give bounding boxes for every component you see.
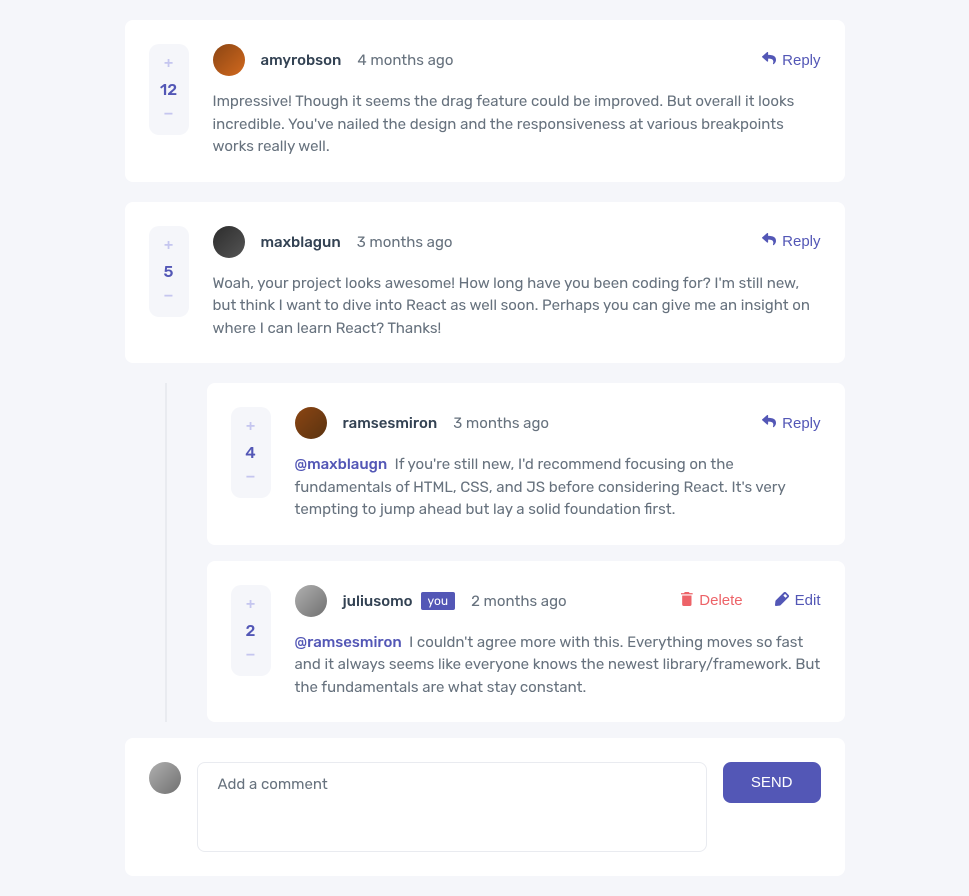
downvote-button[interactable]: − xyxy=(156,103,181,127)
replies-wrapper: + 4 − ramsesmiron 3 months ago Reply xyxy=(165,383,845,722)
downvote-button[interactable]: − xyxy=(238,466,263,490)
reply-label: Reply xyxy=(782,415,820,432)
timestamp: 4 months ago xyxy=(357,51,453,69)
avatar xyxy=(295,585,327,617)
vote-count: 2 xyxy=(246,617,256,644)
reply-button[interactable]: Reply xyxy=(762,52,820,69)
add-comment-card: SEND xyxy=(125,738,845,876)
vote-box: + 4 − xyxy=(231,407,271,498)
reply-card-own: + 2 − juliusomo you 2 months ago Delete xyxy=(207,561,845,723)
comment-header: ramsesmiron 3 months ago Reply xyxy=(295,407,821,439)
send-button[interactable]: SEND xyxy=(723,762,821,803)
downvote-button[interactable]: − xyxy=(156,285,181,309)
username: ramsesmiron xyxy=(343,414,438,432)
current-user-avatar xyxy=(149,762,181,794)
comment-content: amyrobson 4 months ago Reply Impressive!… xyxy=(213,44,821,158)
reply-button[interactable]: Reply xyxy=(762,233,820,250)
you-badge: you xyxy=(421,592,456,610)
delete-icon xyxy=(681,592,693,610)
reply-icon xyxy=(762,233,776,250)
username: maxblagun xyxy=(261,233,341,251)
edit-icon xyxy=(775,592,789,610)
upvote-button[interactable]: + xyxy=(156,234,181,258)
timestamp: 3 months ago xyxy=(357,233,453,251)
avatar xyxy=(213,226,245,258)
comment-body: Impressive! Though it seems the drag fea… xyxy=(213,90,821,158)
comments-container: + 12 − amyrobson 4 months ago Reply Impr… xyxy=(115,20,855,876)
vote-box: + 2 − xyxy=(231,585,271,676)
comment-content: ramsesmiron 3 months ago Reply @maxblaug… xyxy=(295,407,821,521)
username: juliusomo xyxy=(343,592,413,610)
reply-icon xyxy=(762,415,776,432)
comment-content: juliusomo you 2 months ago Delete xyxy=(295,585,821,699)
edit-button[interactable]: Edit xyxy=(775,592,821,610)
comment-card: + 5 − maxblagun 3 months ago Reply Woah,… xyxy=(125,202,845,364)
timestamp: 3 months ago xyxy=(453,414,549,432)
username: amyrobson xyxy=(261,51,342,69)
comment-body: @ramsesmiron I couldn't agree more with … xyxy=(295,631,821,699)
comment-header: juliusomo you 2 months ago Delete xyxy=(295,585,821,617)
delete-label: Delete xyxy=(699,592,742,609)
comment-body: Woah, your project looks awesome! How lo… xyxy=(213,272,821,340)
comment-header: amyrobson 4 months ago Reply xyxy=(213,44,821,76)
upvote-button[interactable]: + xyxy=(238,593,263,617)
vote-count: 5 xyxy=(164,258,174,285)
reply-label: Reply xyxy=(782,233,820,250)
upvote-button[interactable]: + xyxy=(156,52,181,76)
avatar xyxy=(213,44,245,76)
comment-header: maxblagun 3 months ago Reply xyxy=(213,226,821,258)
downvote-button[interactable]: − xyxy=(238,644,263,668)
vote-count: 12 xyxy=(160,76,177,103)
reply-label: Reply xyxy=(782,52,820,69)
edit-label: Edit xyxy=(795,592,821,609)
delete-button[interactable]: Delete xyxy=(681,592,742,610)
mention: @ramsesmiron xyxy=(295,633,402,651)
upvote-button[interactable]: + xyxy=(238,415,263,439)
mention: @maxblaugn xyxy=(295,455,388,473)
reply-icon xyxy=(762,52,776,69)
vote-box: + 5 − xyxy=(149,226,189,317)
comment-input[interactable] xyxy=(197,762,707,852)
timestamp: 2 months ago xyxy=(471,592,567,610)
reply-card: + 4 − ramsesmiron 3 months ago Reply xyxy=(207,383,845,545)
vote-box: + 12 − xyxy=(149,44,189,135)
comment-content: maxblagun 3 months ago Reply Woah, your … xyxy=(213,226,821,340)
vote-count: 4 xyxy=(245,439,255,466)
comment-card: + 12 − amyrobson 4 months ago Reply Impr… xyxy=(125,20,845,182)
avatar xyxy=(295,407,327,439)
comment-body: @maxblaugn If you're still new, I'd reco… xyxy=(295,453,821,521)
reply-button[interactable]: Reply xyxy=(762,415,820,432)
